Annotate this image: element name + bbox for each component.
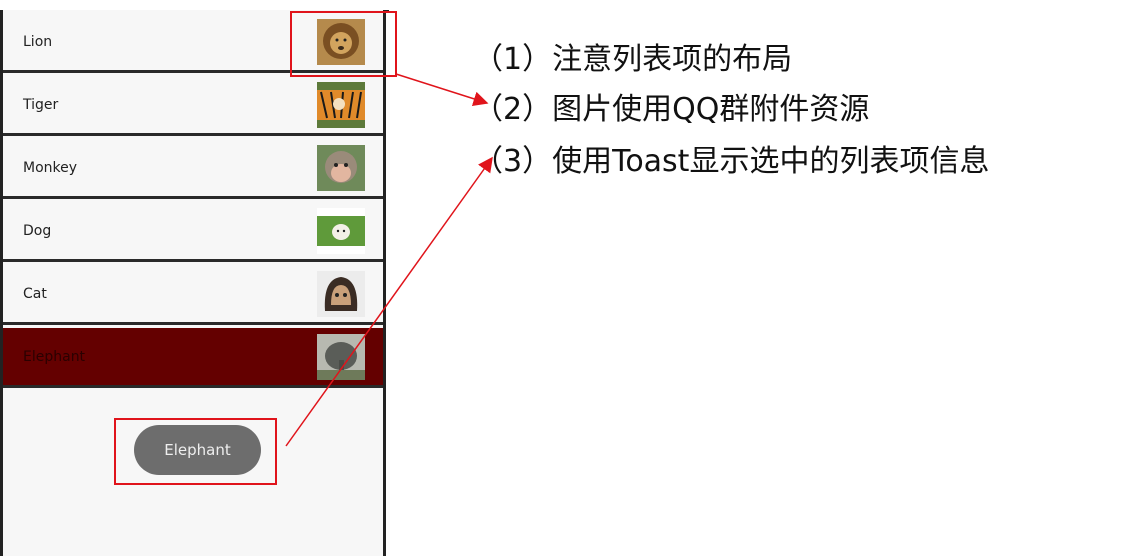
annotation-note-1: （1）注意列表项的布局: [473, 42, 793, 77]
list-item-label: Monkey: [23, 159, 78, 176]
list-item[interactable]: Dog: [3, 202, 383, 262]
highlight-box-toast: [114, 418, 277, 485]
list-item[interactable]: Tiger: [3, 76, 383, 136]
list-item[interactable]: Monkey: [3, 139, 383, 199]
list-item-label: Elephant: [23, 348, 86, 365]
dog-image: [317, 207, 365, 254]
tiger-image: [317, 81, 365, 128]
cat-image: [317, 270, 365, 317]
list-item-label: Dog: [23, 222, 52, 239]
list-item-selected[interactable]: Elephant: [3, 328, 383, 388]
highlight-box-list-item: [290, 11, 397, 77]
annotation-note-2: （2）图片使用QQ群附件资源: [473, 92, 870, 127]
list-item-label: Lion: [23, 33, 53, 50]
annotation-note-3: （3）使用Toast显示选中的列表项信息: [473, 144, 990, 179]
list-item-label: Cat: [23, 285, 47, 302]
monkey-image: [317, 144, 365, 191]
elephant-image: [317, 333, 365, 380]
list-item-label: Tiger: [23, 96, 59, 113]
list-item[interactable]: Cat: [3, 265, 383, 325]
